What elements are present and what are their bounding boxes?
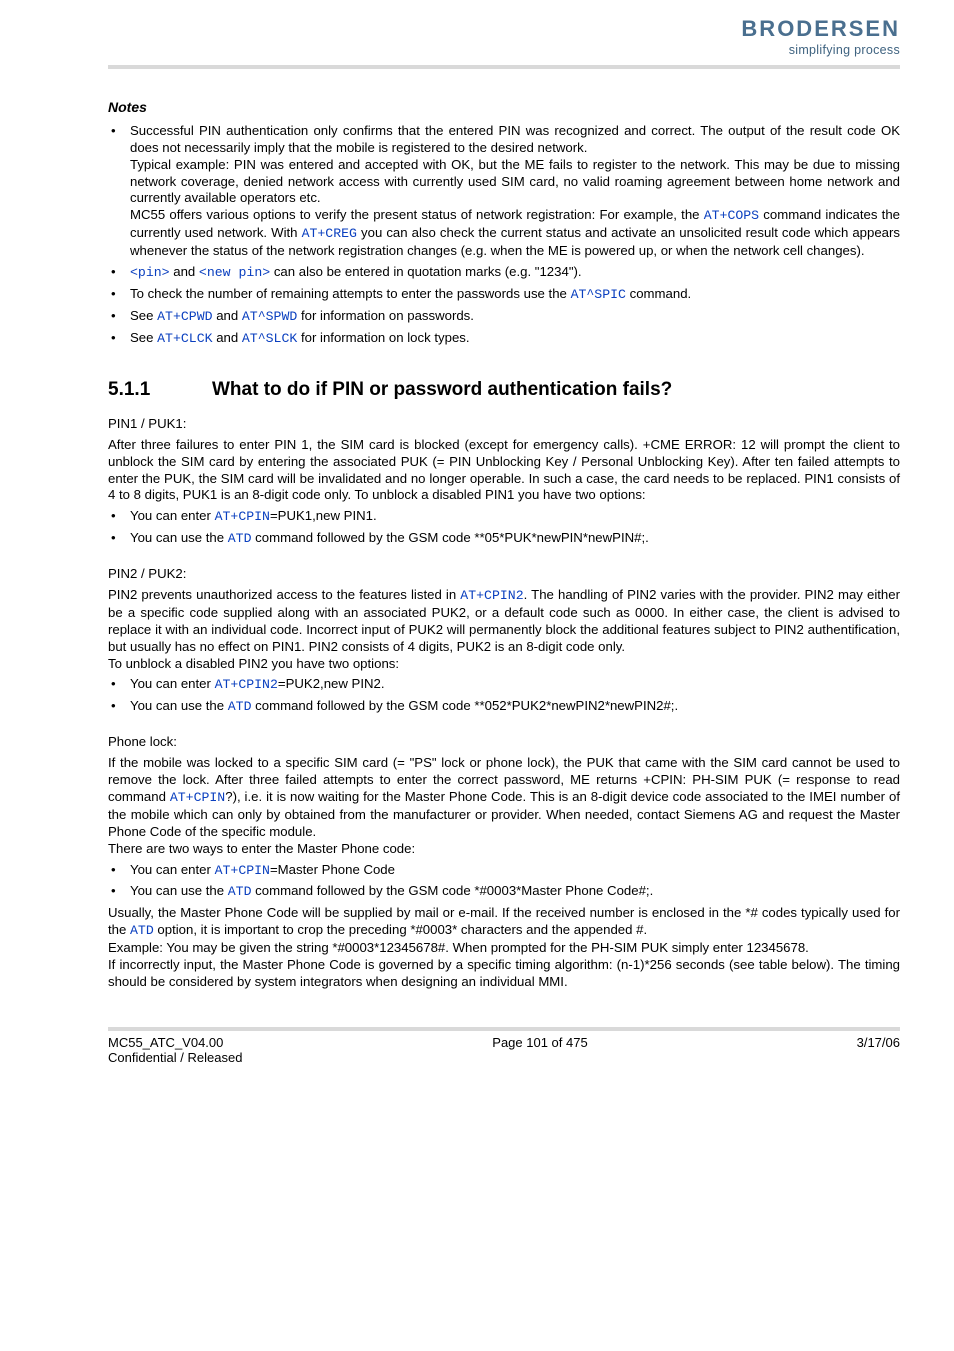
pin2-para: PIN2 prevents unauthorized access to the… bbox=[108, 587, 900, 656]
text: command followed by the GSM code **05*PU… bbox=[252, 530, 649, 545]
at-cops-link[interactable]: AT+COPS bbox=[704, 208, 759, 223]
phone-p4: Example: You may be given the string *#0… bbox=[108, 940, 900, 957]
list-item: You can enter AT+CPIN=PUK1,new PIN1. bbox=[108, 508, 900, 526]
list-item: To check the number of remaining attempt… bbox=[108, 286, 900, 304]
at-creg-link[interactable]: AT+CREG bbox=[302, 226, 357, 241]
atd-link[interactable]: ATD bbox=[228, 699, 252, 714]
phone-list: You can enter AT+CPIN=Master Phone Code … bbox=[108, 862, 900, 902]
section-number: 5.1.1 bbox=[108, 378, 212, 402]
notes-heading: Notes bbox=[108, 99, 900, 117]
pin1-list: You can enter AT+CPIN=PUK1,new PIN1. You… bbox=[108, 508, 900, 548]
section-heading: 5.1.1 What to do if PIN or password auth… bbox=[108, 378, 900, 402]
text: option, it is important to crop the prec… bbox=[154, 922, 647, 937]
section-title: What to do if PIN or password authentica… bbox=[212, 378, 672, 402]
text: =PUK2,new PIN2. bbox=[278, 676, 385, 691]
text: You can use the bbox=[130, 698, 228, 713]
text: command followed by the GSM code **052*P… bbox=[252, 698, 679, 713]
text: See bbox=[130, 330, 157, 345]
list-item: See AT+CPWD and AT^SPWD for information … bbox=[108, 308, 900, 326]
at-slck-link[interactable]: AT^SLCK bbox=[242, 331, 297, 346]
text: MC55 offers various options to verify th… bbox=[130, 207, 704, 222]
list-item: You can use the ATD command followed by … bbox=[108, 698, 900, 716]
list-item: You can enter AT+CPIN2=PUK2,new PIN2. bbox=[108, 676, 900, 694]
text: and bbox=[213, 308, 242, 323]
text: You can enter bbox=[130, 676, 215, 691]
text: =Master Phone Code bbox=[270, 862, 395, 877]
pin1-para: After three failures to enter PIN 1, the… bbox=[108, 437, 900, 505]
phone-p3: Usually, the Master Phone Code will be s… bbox=[108, 905, 900, 940]
text: can also be entered in quotation marks (… bbox=[270, 264, 581, 279]
text: See bbox=[130, 308, 157, 323]
pin1-head: PIN1 / PUK1: bbox=[108, 416, 900, 433]
list-item: You can use the ATD command followed by … bbox=[108, 530, 900, 548]
text: You can use the bbox=[130, 883, 228, 898]
atd-link[interactable]: ATD bbox=[130, 923, 154, 938]
footer-page: Page 101 of 475 bbox=[492, 1035, 587, 1050]
phone-p5: If incorrectly input, the Master Phone C… bbox=[108, 957, 900, 991]
text: You can enter bbox=[130, 862, 215, 877]
content: Notes Successful PIN authentication only… bbox=[0, 69, 954, 991]
at-cpin-link[interactable]: AT+CPIN bbox=[170, 790, 225, 805]
at-cpwd-link[interactable]: AT+CPWD bbox=[157, 309, 212, 324]
list-item: <pin> and <new pin> can also be entered … bbox=[108, 264, 900, 282]
phone-p1: If the mobile was locked to a specific S… bbox=[108, 755, 900, 840]
pin2-list: You can enter AT+CPIN2=PUK2,new PIN2. Yo… bbox=[108, 676, 900, 716]
text: command. bbox=[626, 286, 691, 301]
text: To check the number of remaining attempt… bbox=[130, 286, 571, 301]
text: command followed by the GSM code *#0003*… bbox=[252, 883, 654, 898]
text: for information on lock types. bbox=[297, 330, 469, 345]
at-cpin-link[interactable]: AT+CPIN bbox=[215, 863, 270, 878]
list-item: Successful PIN authentication only confi… bbox=[108, 123, 900, 260]
list-item: You can use the ATD command followed by … bbox=[108, 883, 900, 901]
text: =PUK1,new PIN1. bbox=[270, 508, 377, 523]
list-item: You can enter AT+CPIN=Master Phone Code bbox=[108, 862, 900, 880]
pin-param-link[interactable]: <pin> bbox=[130, 265, 170, 280]
text: for information on passwords. bbox=[297, 308, 474, 323]
text: ?), i.e. it is now waiting for the Maste… bbox=[108, 789, 900, 839]
at-spwd-link[interactable]: AT^SPWD bbox=[242, 309, 297, 324]
text: Typical example: PIN was entered and acc… bbox=[130, 157, 900, 206]
at-cpin2-link[interactable]: AT+CPIN2 bbox=[215, 677, 278, 692]
footer-date: 3/17/06 bbox=[857, 1035, 900, 1050]
text: Successful PIN authentication only confi… bbox=[130, 123, 900, 155]
logo-text: BRODERSEN bbox=[741, 18, 900, 40]
at-spic-link[interactable]: AT^SPIC bbox=[571, 287, 626, 302]
logo: BRODERSEN simplifying process bbox=[741, 18, 900, 57]
text: and bbox=[213, 330, 242, 345]
logo-tagline: simplifying process bbox=[789, 43, 900, 57]
atd-link[interactable]: ATD bbox=[228, 531, 252, 546]
phone-p2: There are two ways to enter the Master P… bbox=[108, 841, 900, 858]
at-cpin2-link[interactable]: AT+CPIN2 bbox=[460, 588, 523, 603]
at-cpin-link[interactable]: AT+CPIN bbox=[215, 509, 270, 524]
pin2-head: PIN2 / PUK2: bbox=[108, 566, 900, 583]
text: You can use the bbox=[130, 530, 228, 545]
header: BRODERSEN simplifying process bbox=[0, 0, 954, 57]
notes-list: Successful PIN authentication only confi… bbox=[108, 123, 900, 348]
text: PIN2 prevents unauthorized access to the… bbox=[108, 587, 460, 602]
text: and bbox=[170, 264, 199, 279]
newpin-param-link[interactable]: <new pin> bbox=[199, 265, 270, 280]
footer: MC55_ATC_V04.00 Page 101 of 475 3/17/06 … bbox=[0, 1035, 954, 1065]
list-item: See AT+CLCK and AT^SLCK for information … bbox=[108, 330, 900, 348]
phone-head: Phone lock: bbox=[108, 734, 900, 751]
at-clck-link[interactable]: AT+CLCK bbox=[157, 331, 212, 346]
pin2-para2: To unblock a disabled PIN2 you have two … bbox=[108, 656, 900, 673]
footer-confidential: Confidential / Released bbox=[108, 1050, 242, 1065]
text: You can enter bbox=[130, 508, 215, 523]
footer-divider bbox=[108, 1027, 900, 1031]
footer-doc-id: MC55_ATC_V04.00 bbox=[108, 1035, 223, 1050]
atd-link[interactable]: ATD bbox=[228, 884, 252, 899]
